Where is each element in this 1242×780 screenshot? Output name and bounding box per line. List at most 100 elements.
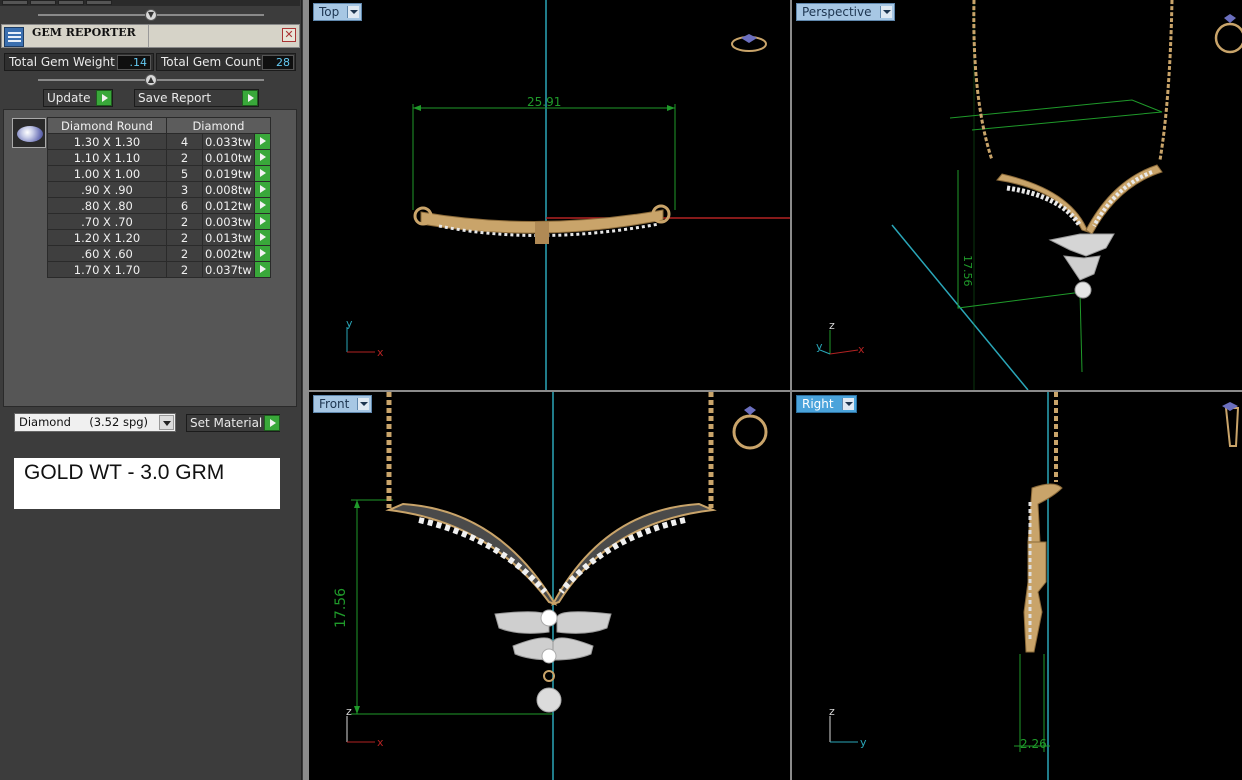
row-go-icon[interactable] bbox=[253, 245, 271, 262]
gem-size-cell: 1.30 X 1.30 bbox=[47, 133, 167, 150]
material-select[interactable]: Diamond (3.52 spg) bbox=[14, 413, 176, 432]
gem-weight-cell: 0.012tw bbox=[202, 197, 255, 214]
row-go-icon[interactable] bbox=[253, 261, 271, 278]
bow-right bbox=[556, 611, 612, 634]
save-report-button-label: Save Report bbox=[138, 91, 212, 105]
chevron-down-icon[interactable] bbox=[879, 6, 892, 18]
gem-weight-cell: 0.037tw bbox=[202, 261, 255, 278]
dimension-label-height: 17.56 bbox=[961, 255, 974, 287]
table-row[interactable]: 1.30 X 1.30 4 0.033tw bbox=[47, 133, 271, 150]
row-go-icon[interactable] bbox=[253, 133, 271, 150]
lower-bow bbox=[1062, 255, 1101, 281]
total-gem-count-value: 28 bbox=[262, 55, 294, 70]
set-material-go-icon[interactable] bbox=[264, 415, 280, 431]
gem-weight-cell: 0.019tw bbox=[202, 165, 255, 182]
splitter-knob-icon[interactable]: ▼ bbox=[145, 9, 157, 21]
table-row[interactable]: .70 X .70 2 0.003tw bbox=[47, 213, 271, 230]
chain bbox=[386, 392, 714, 508]
chevron-down-icon[interactable] bbox=[159, 415, 174, 430]
axis-label-z: z bbox=[346, 705, 352, 718]
gem-weight-cell: 0.010tw bbox=[202, 149, 255, 166]
dimension-label-depth: 2.26 bbox=[1020, 737, 1047, 751]
arm-profile bbox=[1027, 483, 1063, 543]
dimension-arrow-left bbox=[413, 105, 421, 111]
update-button-label: Update bbox=[47, 91, 91, 105]
tab-front-view[interactable]: Front bbox=[313, 395, 373, 413]
total-gem-weight-value: .14 bbox=[117, 55, 151, 70]
row-go-icon[interactable] bbox=[253, 229, 271, 246]
gem-count-cell: 3 bbox=[166, 181, 203, 198]
row-go-icon[interactable] bbox=[253, 181, 271, 198]
gem-count-cell: 2 bbox=[166, 213, 203, 230]
round-diamond-icon[interactable] bbox=[12, 118, 46, 148]
viewport-front[interactable]: 17.56 z x Front bbox=[309, 392, 790, 780]
tab-top-label: Top bbox=[319, 5, 340, 19]
column-header-shape: Diamond Round bbox=[47, 117, 167, 134]
table-row[interactable]: .60 X .60 2 0.002tw bbox=[47, 245, 271, 262]
drop-stone bbox=[1074, 281, 1092, 299]
gem-list-panel: Diamond Round Diamond 1.30 X 1.30 4 0.033t… bbox=[3, 109, 297, 407]
axis-label-y: y bbox=[346, 317, 353, 330]
set-material-button-label: Set Material bbox=[190, 416, 263, 430]
right-arm bbox=[550, 502, 717, 606]
viewport-perspective[interactable]: 17.56 z y x Perspective bbox=[792, 0, 1242, 390]
gem-count-cell: 2 bbox=[166, 149, 203, 166]
row-go-icon[interactable] bbox=[253, 165, 271, 182]
chain bbox=[972, 0, 1174, 161]
material-select-value: Diamond (3.52 spg) bbox=[19, 415, 149, 429]
table-row[interactable]: 1.70 X 1.70 2 0.037tw bbox=[47, 261, 271, 278]
dimension-arrow-right bbox=[667, 105, 675, 111]
lower-stone bbox=[541, 648, 557, 664]
table-row[interactable]: .90 X .90 3 0.008tw bbox=[47, 181, 271, 198]
app-window: ▼ GEM REPORTER ✕ Total Gem Weight .14 To… bbox=[0, 0, 1242, 780]
ring-preview-icon[interactable] bbox=[732, 414, 768, 450]
gem-count-cell: 6 bbox=[166, 197, 203, 214]
gold-weight-note: GOLD WT - 3.0 GRM bbox=[14, 458, 280, 509]
gem-size-cell: .70 X .70 bbox=[47, 213, 167, 230]
gem-count-cell: 2 bbox=[166, 245, 203, 262]
tab-perspective-view[interactable]: Perspective bbox=[796, 3, 895, 21]
drop-stone bbox=[536, 687, 562, 713]
header-divider bbox=[148, 25, 149, 47]
chevron-down-icon[interactable] bbox=[357, 398, 370, 410]
save-report-button[interactable]: Save Report bbox=[134, 89, 259, 107]
axis-label-x: x bbox=[858, 343, 865, 356]
table-row[interactable]: 1.10 X 1.10 2 0.010tw bbox=[47, 149, 271, 166]
axis-triad-b bbox=[829, 349, 859, 355]
update-go-icon[interactable] bbox=[96, 90, 112, 106]
ring-preview-gem bbox=[744, 406, 756, 415]
row-go-icon[interactable] bbox=[253, 213, 271, 230]
tab-front-label: Front bbox=[319, 397, 350, 411]
row-go-icon[interactable] bbox=[253, 149, 271, 166]
row-go-icon[interactable] bbox=[253, 197, 271, 214]
ring-preview-icon[interactable] bbox=[1224, 407, 1240, 447]
ring-preview-gem bbox=[1224, 14, 1236, 23]
toolbar-button[interactable] bbox=[58, 0, 84, 5]
viewport-right[interactable]: 2.26 z y Right bbox=[792, 392, 1242, 780]
table-row[interactable]: 1.00 X 1.00 5 0.019tw bbox=[47, 165, 271, 182]
splitter-knob-up-icon[interactable]: ▲ bbox=[145, 74, 157, 86]
gem-size-cell: 1.20 X 1.20 bbox=[47, 229, 167, 246]
gem-reporter-app-icon bbox=[4, 27, 24, 47]
axis-label-z: z bbox=[829, 319, 835, 332]
table-row[interactable]: 1.20 X 1.20 2 0.013tw bbox=[47, 229, 271, 246]
gem-count-cell: 5 bbox=[166, 165, 203, 182]
toolbar-button[interactable] bbox=[86, 0, 112, 5]
toolbar-button[interactable] bbox=[30, 0, 56, 5]
left-arm bbox=[385, 502, 558, 606]
toolbar-button[interactable] bbox=[2, 0, 28, 5]
close-icon[interactable]: ✕ bbox=[282, 28, 296, 42]
ring-preview-icon[interactable] bbox=[1214, 22, 1242, 54]
chevron-down-icon[interactable] bbox=[347, 6, 360, 18]
gem-count-cell: 2 bbox=[166, 261, 203, 278]
table-row[interactable]: .80 X .80 6 0.012tw bbox=[47, 197, 271, 214]
axis-label-z: z bbox=[829, 705, 835, 718]
bow-left bbox=[494, 611, 550, 634]
chevron-down-icon[interactable] bbox=[841, 398, 854, 410]
gem-size-cell: 1.10 X 1.10 bbox=[47, 149, 167, 166]
tab-top-view[interactable]: Top bbox=[313, 3, 363, 21]
save-report-go-icon[interactable] bbox=[242, 90, 258, 106]
tab-right-view[interactable]: Right bbox=[796, 395, 857, 413]
top-view-canvas: 25.91 y x bbox=[346, 0, 790, 390]
viewport-top[interactable]: 25.91 y x Top bbox=[309, 0, 790, 390]
